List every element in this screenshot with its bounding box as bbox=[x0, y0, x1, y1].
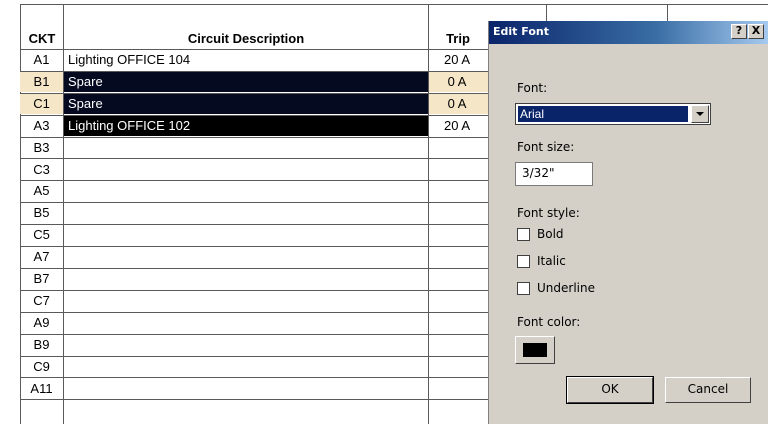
grid-line bbox=[20, 399, 488, 401]
trip-cell[interactable]: 20 A bbox=[428, 51, 486, 69]
font-color-button[interactable] bbox=[515, 336, 555, 364]
trip-cell[interactable]: 0 A bbox=[428, 95, 486, 113]
table-row[interactable]: C7 bbox=[20, 290, 488, 313]
color-swatch bbox=[523, 343, 547, 357]
checkbox-box[interactable] bbox=[517, 255, 530, 268]
table-row[interactable]: A1 Lighting OFFICE 104 20 A bbox=[20, 49, 488, 72]
table-row[interactable]: B3 bbox=[20, 137, 488, 160]
ckt-cell[interactable]: A9 bbox=[20, 314, 63, 332]
close-icon[interactable]: X bbox=[748, 24, 764, 39]
cancel-button[interactable]: Cancel bbox=[665, 377, 751, 403]
dialog-title: Edit Font bbox=[493, 25, 549, 38]
table-row[interactable]: A11 bbox=[20, 378, 488, 401]
ckt-cell[interactable]: B1 bbox=[20, 73, 63, 91]
font-size-label: Font size: bbox=[517, 140, 575, 154]
italic-checkbox[interactable]: Italic bbox=[517, 254, 637, 270]
font-label: Font: bbox=[517, 81, 548, 95]
grid-line bbox=[20, 4, 768, 5]
ckt-cell[interactable]: C7 bbox=[20, 292, 63, 310]
chevron-down-icon[interactable] bbox=[691, 105, 709, 123]
ckt-cell[interactable]: C3 bbox=[20, 161, 63, 179]
table-row[interactable]: A3 Lighting OFFICE 102 20 A bbox=[20, 115, 488, 138]
underline-checkbox[interactable]: Underline bbox=[517, 281, 637, 297]
grid-line bbox=[546, 4, 547, 21]
ckt-cell[interactable]: B9 bbox=[20, 336, 63, 354]
ckt-cell[interactable]: B5 bbox=[20, 204, 63, 222]
edit-font-dialog: Edit Font ? X Font: Arial Font size: 3/3… bbox=[488, 21, 768, 424]
description-cell[interactable]: Spare bbox=[68, 73, 428, 91]
ckt-cell[interactable]: A1 bbox=[20, 51, 63, 69]
font-style-label: Font style: bbox=[517, 206, 580, 220]
font-size-field[interactable]: 3/32" bbox=[515, 162, 593, 186]
table-row[interactable]: C3 bbox=[20, 159, 488, 182]
underline-label: Underline bbox=[537, 281, 595, 295]
ckt-cell[interactable]: A3 bbox=[20, 117, 63, 135]
table-row[interactable]: A9 bbox=[20, 312, 488, 335]
ckt-cell[interactable]: A7 bbox=[20, 248, 63, 266]
bold-checkbox[interactable]: Bold bbox=[517, 227, 637, 243]
ckt-cell[interactable]: A5 bbox=[20, 182, 63, 200]
ckt-cell[interactable]: A11 bbox=[20, 380, 63, 398]
description-cell[interactable]: Lighting OFFICE 102 bbox=[68, 117, 428, 135]
ckt-cell[interactable]: C9 bbox=[20, 358, 63, 376]
font-select-value: Arial bbox=[518, 106, 688, 122]
description-cell[interactable]: Lighting OFFICE 104 bbox=[68, 51, 428, 69]
checkbox-box[interactable] bbox=[517, 282, 530, 295]
ok-button[interactable]: OK bbox=[566, 376, 654, 404]
grid-line bbox=[667, 4, 668, 21]
ckt-cell[interactable]: B3 bbox=[20, 139, 63, 157]
dialog-titlebar[interactable]: Edit Font ? X bbox=[489, 21, 768, 44]
table-row[interactable]: C9 bbox=[20, 356, 488, 379]
table-row[interactable]: A7 bbox=[20, 246, 488, 269]
italic-label: Italic bbox=[537, 254, 566, 268]
trip-cell[interactable]: 20 A bbox=[428, 117, 486, 135]
table-row[interactable]: B7 bbox=[20, 268, 488, 291]
header-trip: Trip bbox=[446, 31, 470, 46]
table-row[interactable]: B5 bbox=[20, 202, 488, 226]
table-row[interactable]: C1 Spare 0 A bbox=[20, 93, 488, 116]
ckt-cell[interactable]: C1 bbox=[20, 95, 63, 113]
header-ckt: CKT bbox=[28, 31, 56, 46]
ckt-cell[interactable]: C5 bbox=[20, 226, 63, 244]
checkbox-box[interactable] bbox=[517, 228, 530, 241]
trip-cell[interactable]: 0 A bbox=[428, 73, 486, 91]
font-select[interactable]: Arial bbox=[515, 103, 711, 125]
help-icon[interactable]: ? bbox=[731, 24, 747, 39]
font-color-label: Font color: bbox=[517, 315, 581, 329]
header-circuit-description: Circuit Description bbox=[187, 31, 305, 46]
description-cell[interactable]: Spare bbox=[68, 95, 428, 113]
table-row[interactable]: A5 bbox=[20, 180, 488, 204]
table-row[interactable]: B9 bbox=[20, 334, 488, 357]
table-row[interactable]: C5 bbox=[20, 224, 488, 248]
table-row[interactable]: B1 Spare 0 A bbox=[20, 71, 488, 94]
ckt-cell[interactable]: B7 bbox=[20, 270, 63, 288]
bold-label: Bold bbox=[537, 227, 564, 241]
